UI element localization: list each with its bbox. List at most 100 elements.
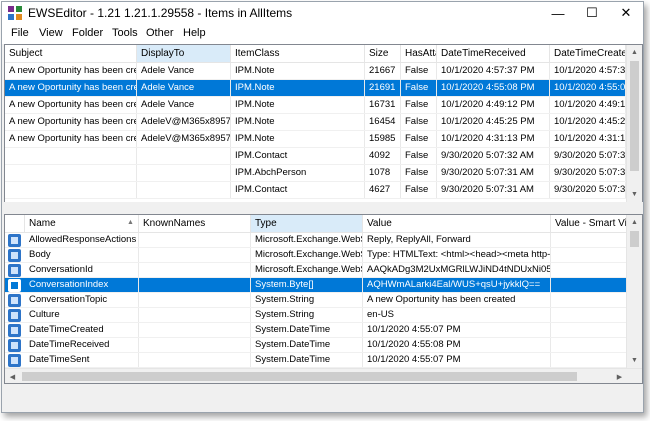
- column-header-value[interactable]: Value: [363, 215, 551, 232]
- properties-horizontal-scrollbar[interactable]: ◀ ▶: [5, 368, 642, 383]
- properties-grid: Name KnownNames Type Value Value - Smart…: [4, 214, 643, 384]
- pane-splitter[interactable]: [2, 202, 643, 213]
- cell-datetimecreated: 10/1/2020 4:45:25 PI: [550, 114, 626, 130]
- table-row[interactable]: A new Oportunity has been createdAdele V…: [5, 80, 642, 97]
- column-header-subject[interactable]: Subject: [5, 45, 137, 62]
- scroll-right-arrow-icon[interactable]: ▶: [612, 369, 627, 383]
- cell-knownnames: [139, 323, 251, 337]
- property-icon: [8, 309, 21, 322]
- list-item[interactable]: ConversationIndex System.Byte[] AQHWmALark…: [5, 278, 642, 293]
- table-row[interactable]: A new Oportunity has been createdAdele V…: [5, 63, 642, 80]
- list-item[interactable]: AllowedResponseActions Microsoft.Exchange…: [5, 233, 642, 248]
- table-row[interactable]: A new Oportunity has been createdAdele V…: [5, 97, 642, 114]
- sort-arrow-icon: ▲: [127, 219, 134, 226]
- column-header-displayto[interactable]: DisplayTo: [137, 45, 231, 62]
- list-item[interactable]: ConversationTopic System.String A new Opor…: [5, 293, 642, 308]
- properties-vertical-scrollbar[interactable]: ▲ ▼: [626, 215, 642, 368]
- cell-datetimereceived: 9/30/2020 5:07:32 AM: [437, 148, 550, 164]
- cell-hasattachments: False: [401, 182, 437, 198]
- items-vertical-scrollbar[interactable]: ▲ ▼: [626, 45, 642, 202]
- cell-displayto: Adele Vance: [137, 63, 231, 79]
- table-row[interactable]: IPM.Contact 4627 False 9/30/2020 5:07:31 AM…: [5, 182, 642, 199]
- cell-subject: A new Oportunity has been created: [5, 80, 137, 96]
- list-item[interactable]: Body Microsoft.Exchange.WebSe...Type: HTM…: [5, 248, 642, 263]
- cell-datetimereceived: 10/1/2020 4:31:13 PM: [437, 131, 550, 147]
- list-item[interactable]: DateTimeSent System.DateTime 10/1/2020 4:5…: [5, 353, 642, 368]
- scroll-up-arrow-icon[interactable]: ▲: [627, 45, 642, 60]
- cell-name: DateTimeReceived: [25, 338, 139, 352]
- list-item[interactable]: ConversationId Microsoft.Exchange.WebSe..…: [5, 263, 642, 278]
- property-icon: [8, 234, 21, 247]
- column-header-datetimecreated[interactable]: DateTimeCreated: [550, 45, 626, 62]
- cell-name: AllowedResponseActions: [25, 233, 139, 247]
- list-item[interactable]: DateTimeCreated System.DateTime 10/1/2020 …: [5, 323, 642, 338]
- cell-size: 15985: [365, 131, 401, 147]
- column-header-type[interactable]: Type: [251, 215, 363, 232]
- column-header-hasattachments[interactable]: HasAttac: [401, 45, 437, 62]
- cell-datetimecreated: 10/1/2020 4:49:12 PI: [550, 97, 626, 113]
- cell-subject: A new Oportunity has been created: [5, 114, 137, 130]
- scroll-up-arrow-icon[interactable]: ▲: [627, 215, 642, 230]
- table-row[interactable]: IPM.AbchPerson 1078 False 9/30/2020 5:07:31…: [5, 165, 642, 182]
- menu-view[interactable]: View: [39, 27, 63, 39]
- scrollbar-thumb[interactable]: [630, 231, 639, 247]
- cell-size: 4092: [365, 148, 401, 164]
- menu-file[interactable]: File: [11, 27, 29, 39]
- menu-help[interactable]: Help: [183, 27, 206, 39]
- table-row[interactable]: A new Oportunity has been createdAdeleV@…: [5, 131, 642, 148]
- cell-displayto: Adele Vance: [137, 97, 231, 113]
- cell-hasattachments: False: [401, 131, 437, 147]
- maximize-button[interactable]: ☐: [575, 2, 609, 24]
- cell-knownnames: [139, 308, 251, 322]
- cell-datetimereceived: 9/30/2020 5:07:31 AM: [437, 165, 550, 181]
- list-item[interactable]: Culture System.String en-US: [5, 308, 642, 323]
- cell-itemclass: IPM.Note: [231, 97, 365, 113]
- table-row[interactable]: IPM.Contact 4092 False 9/30/2020 5:07:32 AM…: [5, 148, 642, 165]
- cell-displayto: [137, 165, 231, 181]
- properties-grid-header: Name KnownNames Type Value Value - Smart…: [5, 215, 642, 233]
- cell-type: Microsoft.Exchange.WebSe...: [251, 233, 363, 247]
- scroll-left-arrow-icon[interactable]: ◀: [5, 369, 20, 383]
- cell-knownnames: [139, 353, 251, 367]
- cell-size: 16454: [365, 114, 401, 130]
- cell-knownnames: [139, 338, 251, 352]
- property-icon: [8, 339, 21, 352]
- table-row[interactable]: A new Oportunity has been createdAdeleV@…: [5, 114, 642, 131]
- cell-value: AAQkADg3M2UxMGRlLWJiND4tNDUxNi05Ym...: [363, 263, 551, 277]
- cell-displayto: [137, 182, 231, 198]
- cell-itemclass: IPM.Note: [231, 114, 365, 130]
- column-header-name[interactable]: Name: [25, 215, 139, 232]
- cell-smartview: [551, 278, 627, 292]
- close-button[interactable]: ✕: [609, 2, 643, 24]
- cell-datetimereceived: 10/1/2020 4:45:25 PM: [437, 114, 550, 130]
- list-item[interactable]: DateTimeReceived System.DateTime 10/1/2020…: [5, 338, 642, 353]
- app-window: EWSEditor - 1.21 1.21.1.29558 - Items in…: [1, 1, 644, 413]
- scroll-down-arrow-icon[interactable]: ▼: [627, 353, 642, 368]
- scrollbar-thumb[interactable]: [22, 372, 577, 381]
- menu-folder[interactable]: Folder: [72, 27, 103, 39]
- column-header-smartview[interactable]: Value - Smart View: [551, 215, 627, 232]
- column-header-knownnames[interactable]: KnownNames: [139, 215, 251, 232]
- scroll-down-arrow-icon[interactable]: ▼: [627, 187, 642, 202]
- column-header-datetimereceived[interactable]: DateTimeReceived: [437, 45, 550, 62]
- cell-smartview: [551, 353, 627, 367]
- cell-name: DateTimeCreated: [25, 323, 139, 337]
- property-icon: [8, 294, 21, 307]
- cell-datetimecreated: 9/30/2020 5:07:31 AI: [550, 182, 626, 198]
- column-header-size[interactable]: Size: [365, 45, 401, 62]
- app-logo-icon: [8, 6, 22, 20]
- column-header-itemclass[interactable]: ItemClass: [231, 45, 365, 62]
- menu-other[interactable]: Other: [146, 27, 174, 39]
- cell-itemclass: IPM.Note: [231, 131, 365, 147]
- cell-type: System.Byte[]: [251, 278, 363, 292]
- cell-smartview: [551, 248, 627, 262]
- cell-subject: [5, 165, 137, 181]
- cell-smartview: [551, 233, 627, 247]
- cell-datetimecreated: 10/1/2020 4:57:36 PI: [550, 63, 626, 79]
- scrollbar-thumb[interactable]: [630, 61, 639, 171]
- minimize-button[interactable]: —: [541, 2, 575, 24]
- items-grid: Subject DisplayTo ItemClass Size HasAtta…: [4, 44, 643, 203]
- cell-datetimereceived: 10/1/2020 4:49:12 PM: [437, 97, 550, 113]
- cell-type: System.DateTime: [251, 323, 363, 337]
- menu-tools[interactable]: Tools: [112, 27, 138, 39]
